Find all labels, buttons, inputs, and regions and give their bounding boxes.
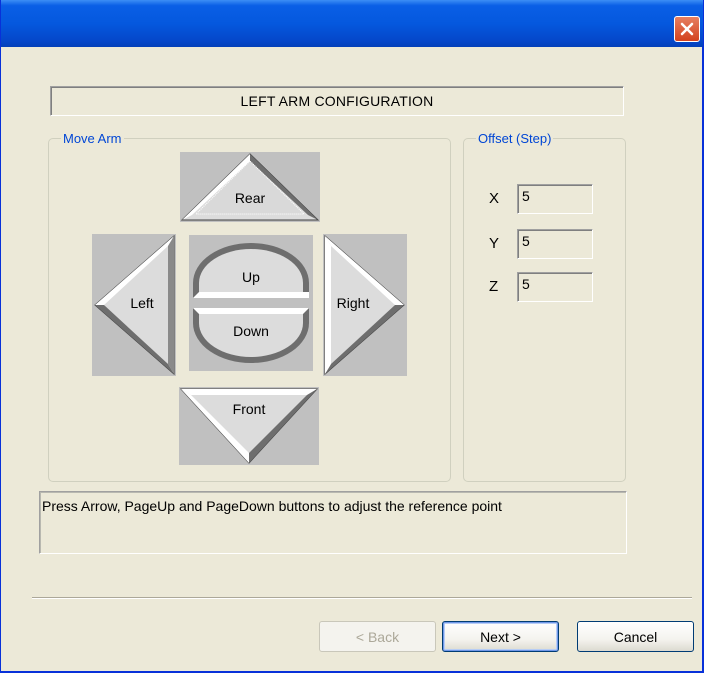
- offset-z-label: Z: [489, 278, 499, 295]
- up-down-pad: Up Down: [189, 235, 313, 371]
- down-arrow-icon: [179, 388, 319, 464]
- up-button[interactable]: Up: [193, 243, 309, 298]
- title-bar[interactable]: [1, 0, 703, 47]
- cancel-button[interactable]: Cancel: [577, 621, 694, 652]
- down-button[interactable]: Down: [193, 308, 309, 363]
- close-button[interactable]: [674, 16, 700, 42]
- offset-y-field[interactable]: 5: [517, 229, 593, 259]
- footer-separator: [32, 597, 692, 599]
- up-label: Up: [242, 269, 260, 285]
- left-label: Left: [130, 295, 154, 311]
- instruction-message: Press Arrow, PageUp and PageDown buttons…: [39, 491, 627, 554]
- rear-button[interactable]: Rear: [180, 152, 320, 222]
- right-label: Right: [336, 295, 370, 311]
- wizard-window: LEFT ARM CONFIGURATION Move Arm Rear Lef…: [0, 0, 704, 673]
- right-button[interactable]: Right: [323, 234, 407, 376]
- offset-x-label: X: [489, 190, 500, 207]
- offset-z-field[interactable]: 5: [517, 272, 593, 302]
- offset-y-label: Y: [489, 235, 500, 252]
- close-icon: [680, 22, 694, 36]
- back-button[interactable]: < Back: [319, 621, 436, 652]
- offset-x-field[interactable]: 5: [517, 184, 593, 214]
- up-arrow-icon: [180, 153, 320, 221]
- move-arm-group-label: Move Arm: [61, 131, 124, 147]
- down-label: Down: [233, 323, 269, 339]
- next-button[interactable]: Next >: [442, 621, 559, 652]
- front-button[interactable]: Front: [179, 387, 319, 465]
- rear-label: Rear: [234, 190, 266, 206]
- front-label: Front: [232, 401, 266, 417]
- offset-group-label: Offset (Step): [476, 131, 554, 147]
- page-title: LEFT ARM CONFIGURATION: [50, 86, 624, 116]
- left-button[interactable]: Left: [92, 234, 176, 376]
